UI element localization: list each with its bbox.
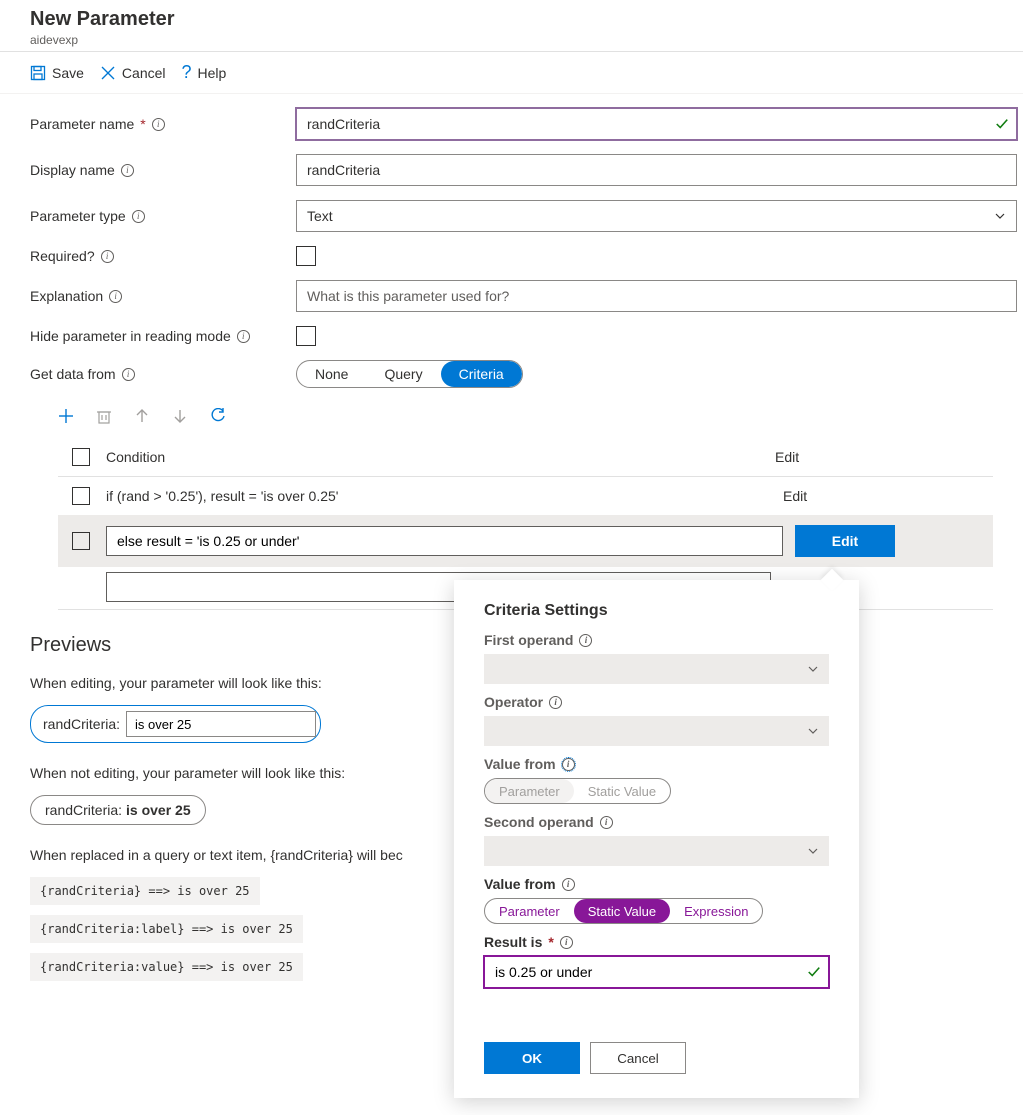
second-operand-label: Second operandi [484, 814, 829, 830]
info-icon[interactable]: i [579, 634, 592, 647]
edit-link[interactable]: Edit [783, 488, 993, 504]
criteria-table-header: Condition Edit [58, 442, 993, 477]
preview-input[interactable] [126, 711, 316, 737]
edit-button[interactable]: Edit [795, 525, 895, 557]
pill-parameter[interactable]: Parameter [485, 779, 574, 803]
refresh-icon[interactable] [210, 408, 226, 424]
required-checkbox[interactable] [296, 246, 316, 266]
toolbar: Save Cancel ? Help [0, 52, 1023, 94]
criteria-toolbar [58, 408, 993, 442]
popup-title: Criteria Settings [484, 602, 829, 620]
help-button[interactable]: ? Help [182, 62, 227, 83]
condition-text: if (rand > '0.25'), result = 'is over 0.… [106, 488, 783, 504]
criteria-settings-popup: Criteria Settings First operandi Operato… [454, 580, 859, 1098]
display-name-label: Display namei [30, 162, 296, 178]
info-icon[interactable]: i [109, 290, 122, 303]
hide-param-label: Hide parameter in reading modei [30, 328, 296, 344]
parameter-form: Parameter name*i Display namei Parameter… [0, 94, 1023, 388]
info-icon[interactable]: i [132, 210, 145, 223]
chevron-down-icon [807, 663, 819, 675]
panel-header: New Parameter aidevexp [0, 0, 1023, 52]
chevron-down-icon [994, 210, 1006, 222]
cancel-button[interactable]: Cancel [100, 62, 166, 83]
ok-button[interactable]: OK [484, 1042, 580, 1074]
row-checkbox[interactable] [72, 487, 90, 505]
info-icon[interactable]: i [101, 250, 114, 263]
popup-actions: OK Cancel [484, 1042, 829, 1074]
second-operand-select[interactable] [484, 836, 829, 866]
pill-static-value[interactable]: Static Value [574, 899, 670, 923]
edit-column-header: Edit [775, 449, 985, 465]
result-is-label: Result is*i [484, 934, 829, 950]
add-icon[interactable] [58, 408, 74, 424]
move-down-icon [172, 408, 188, 424]
condition-column-header: Condition [106, 449, 775, 465]
value-from-label-1: Value fromi [484, 756, 829, 772]
criteria-row: if (rand > '0.25'), result = 'is over 0.… [58, 477, 993, 515]
cancel-button[interactable]: Cancel [590, 1042, 686, 1074]
info-icon[interactable]: i [237, 330, 250, 343]
criteria-row-selected: Edit [58, 515, 993, 567]
info-icon[interactable]: i [562, 878, 575, 891]
chevron-down-icon [807, 725, 819, 737]
first-operand-select[interactable] [484, 654, 829, 684]
help-icon: ? [182, 62, 192, 83]
check-icon [807, 965, 821, 979]
info-icon[interactable]: i [549, 696, 562, 709]
value-from-pills-1: Parameter Static Value [484, 778, 671, 804]
preview-code: {randCriteria} ==> is over 25 [30, 877, 260, 905]
pill-criteria[interactable]: Criteria [441, 361, 522, 387]
first-operand-label: First operandi [484, 632, 829, 648]
required-label: Required?i [30, 248, 296, 264]
preview-label: randCriteria: [43, 716, 120, 732]
value-from-label-2: Value fromi [484, 876, 829, 892]
chevron-down-icon [807, 845, 819, 857]
result-is-input[interactable] [484, 956, 829, 988]
pill-expression[interactable]: Expression [670, 899, 762, 923]
close-icon [100, 65, 116, 81]
pill-query[interactable]: Query [366, 361, 440, 387]
page-subtitle: aidevexp [30, 33, 993, 47]
operator-select[interactable] [484, 716, 829, 746]
operator-label: Operatori [484, 694, 829, 710]
info-icon[interactable]: i [121, 164, 134, 177]
save-icon [30, 65, 46, 81]
explanation-input[interactable] [296, 280, 1017, 312]
param-type-label: Parameter typei [30, 208, 296, 224]
row-checkbox[interactable] [72, 532, 90, 550]
preview-readonly-pill: randCriteria: is over 25 [30, 795, 206, 825]
info-icon[interactable]: i [562, 758, 575, 771]
param-name-input[interactable] [296, 108, 1017, 140]
param-name-label: Parameter name*i [30, 116, 296, 132]
info-icon[interactable]: i [600, 816, 613, 829]
info-icon[interactable]: i [152, 118, 165, 131]
data-source-pills: None Query Criteria [296, 360, 523, 388]
hide-param-checkbox[interactable] [296, 326, 316, 346]
preview-code: {randCriteria:value} ==> is over 25 [30, 953, 303, 981]
display-name-input[interactable] [296, 154, 1017, 186]
condition-input[interactable] [106, 526, 783, 556]
check-icon [995, 117, 1009, 131]
delete-icon [96, 408, 112, 424]
save-button[interactable]: Save [30, 62, 84, 83]
preview-value: is over 25 [126, 802, 191, 818]
pill-none[interactable]: None [297, 361, 366, 387]
pill-parameter[interactable]: Parameter [485, 899, 574, 923]
explanation-label: Explanationi [30, 288, 296, 304]
preview-label: randCriteria: [45, 802, 122, 818]
pill-static-value[interactable]: Static Value [574, 779, 670, 803]
get-data-label: Get data fromi [30, 366, 296, 382]
page-title: New Parameter [30, 8, 993, 31]
info-icon[interactable]: i [560, 936, 573, 949]
preview-code: {randCriteria:label} ==> is over 25 [30, 915, 303, 943]
param-type-select[interactable]: Text [296, 200, 1017, 232]
move-up-icon [134, 408, 150, 424]
value-from-pills-2: Parameter Static Value Expression [484, 898, 763, 924]
criteria-section: Condition Edit if (rand > '0.25'), resul… [0, 388, 1023, 610]
info-icon[interactable]: i [122, 368, 135, 381]
select-all-checkbox[interactable] [72, 448, 90, 466]
preview-edit-pill: randCriteria: [30, 705, 321, 743]
